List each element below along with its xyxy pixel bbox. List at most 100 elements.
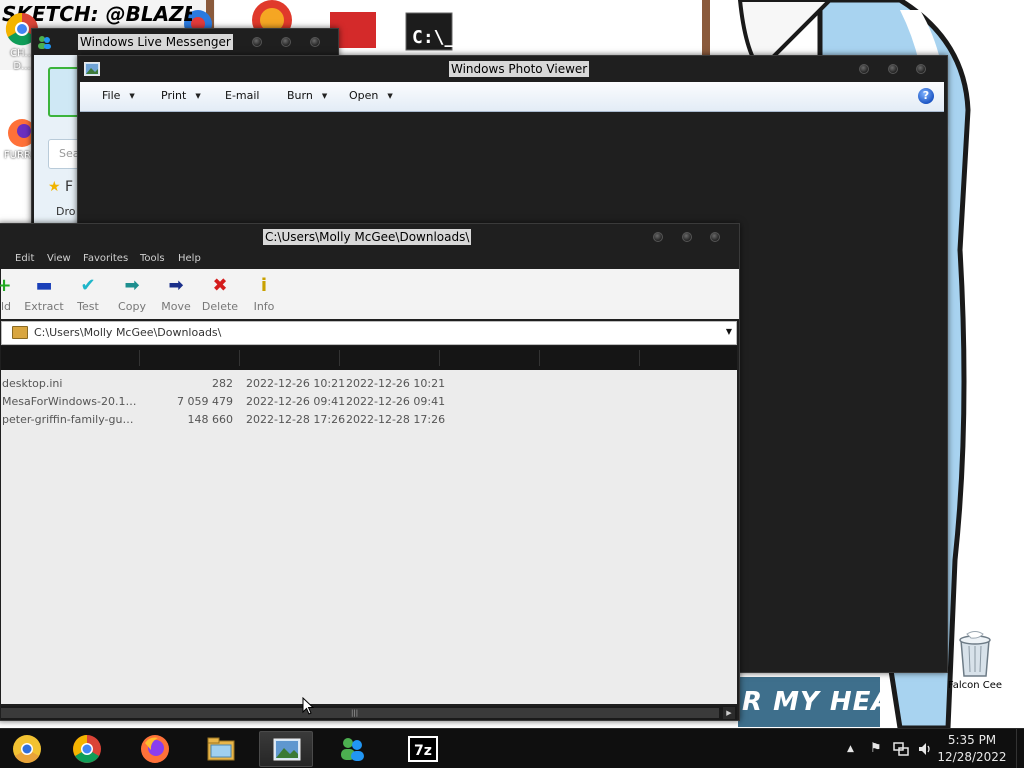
photo-viewer-titlebar[interactable]: Windows Photo Viewer xyxy=(78,56,947,82)
menu-favorites[interactable]: Favorites xyxy=(83,253,128,264)
photo-viewer-menubar: File ▼ Print ▼ E-mail Burn ▼ Open ▼ ? xyxy=(80,82,944,112)
menu-print[interactable]: Print ▼ xyxy=(161,89,201,102)
menu-help[interactable]: Help xyxy=(178,253,201,264)
file-created: 2022-12-28 17:26 xyxy=(346,413,446,426)
file-name: desktop.ini xyxy=(2,377,63,390)
file-list-header xyxy=(1,346,737,370)
show-desktop-button[interactable] xyxy=(1016,729,1024,768)
column-separator[interactable] xyxy=(339,350,340,366)
table-row[interactable]: peter-griffin-family-guy.... 148 660 202… xyxy=(1,411,737,429)
minimize-button[interactable] xyxy=(252,37,262,47)
7zip-icon-label: 7z xyxy=(414,743,432,759)
maximize-button[interactable] xyxy=(888,64,898,74)
extract-icon: ▬ xyxy=(35,275,53,296)
chevron-up-icon[interactable]: ▲ xyxy=(847,744,854,754)
taskbar-chrome-canary[interactable] xyxy=(0,731,54,767)
chrome-icon xyxy=(73,735,101,763)
file-name: MesaForWindows-20.1.... xyxy=(2,395,138,408)
file-size: 7 059 479 xyxy=(177,395,233,408)
taskbar-messenger[interactable] xyxy=(325,731,379,767)
copy-button[interactable]: ➡ Copy xyxy=(107,275,157,313)
taskbar-chrome[interactable] xyxy=(60,731,114,767)
folder-icon xyxy=(12,326,28,339)
clock[interactable]: 5:35 PM 12/28/2022 xyxy=(932,732,1012,766)
file-size: 148 660 xyxy=(187,413,234,426)
help-icon[interactable]: ? xyxy=(918,88,934,104)
messenger-icon xyxy=(341,738,364,761)
close-button[interactable] xyxy=(310,37,320,47)
taskbar-firefox[interactable] xyxy=(128,731,182,767)
scrollbar-thumb[interactable]: ||| xyxy=(1,708,719,718)
photo-viewer-icon xyxy=(84,62,100,76)
chevron-down-icon[interactable]: ▼ xyxy=(726,327,732,336)
info-button[interactable]: i Info xyxy=(239,275,289,313)
extract-button[interactable]: ▬ Extract xyxy=(19,275,69,313)
menu-burn[interactable]: Burn ▼ xyxy=(287,89,327,102)
flag-icon[interactable]: ⚑ xyxy=(870,741,882,756)
7zip-window[interactable]: C:\Users\Molly McGee\Downloads\ Edit Vie… xyxy=(0,223,740,721)
menu-email[interactable]: E-mail xyxy=(225,89,260,102)
menu-view[interactable]: View xyxy=(47,253,71,264)
7zip-titlebar[interactable]: C:\Users\Molly McGee\Downloads\ xyxy=(0,224,739,250)
menu-tools[interactable]: Tools xyxy=(140,253,165,264)
info-icon: i xyxy=(260,275,268,296)
mouse-cursor-icon xyxy=(302,697,314,715)
close-button[interactable] xyxy=(710,232,720,242)
scroll-right-icon[interactable]: ▶ xyxy=(723,707,735,719)
taskbar-7zip[interactable]: 7z xyxy=(396,731,450,767)
menu-file[interactable]: File ▼ xyxy=(102,89,135,102)
table-row[interactable]: MesaForWindows-20.1.... 7 059 479 2022-1… xyxy=(1,393,737,411)
photo-viewer-icon xyxy=(273,738,301,761)
move-button[interactable]: ➡ Move xyxy=(151,275,201,313)
7zip-title: C:\Users\Molly McGee\Downloads\ xyxy=(263,229,472,245)
copy-icon: ➡ xyxy=(124,275,140,296)
wallpaper-banner-text: R MY HEAD... xyxy=(738,677,880,727)
menu-edit[interactable]: Edit xyxy=(15,253,34,264)
network-icon[interactable] xyxy=(893,741,909,757)
column-separator[interactable] xyxy=(639,350,640,366)
chevron-down-icon: ▼ xyxy=(321,92,328,100)
menu-open[interactable]: Open ▼ xyxy=(349,89,393,102)
chevron-down-icon: ▼ xyxy=(195,92,201,100)
taskbar-photo-viewer[interactable] xyxy=(259,731,313,767)
menu-email-label: E-mail xyxy=(225,89,260,102)
messenger-title: Windows Live Messenger xyxy=(78,34,233,50)
volume-icon[interactable] xyxy=(917,741,933,757)
chrome-canary-icon xyxy=(13,735,41,763)
column-separator[interactable] xyxy=(239,350,240,366)
file-modified: 2022-12-28 17:26 xyxy=(246,413,346,426)
delete-button[interactable]: ✖ Delete xyxy=(195,275,245,313)
desktop-icon-recycle-bin[interactable]: Falcon Cee xyxy=(944,630,1006,691)
menu-print-label: Print xyxy=(161,89,187,102)
address-bar[interactable]: C:\Users\Molly McGee\Downloads\ ▼ xyxy=(1,321,737,345)
test-button[interactable]: ✔ Test xyxy=(63,275,113,313)
test-label: Test xyxy=(77,300,99,313)
file-list[interactable]: desktop.ini 282 2022-12-26 10:21 2022-12… xyxy=(1,370,737,704)
7zip-menubar: Edit View Favorites Tools Help xyxy=(1,250,739,268)
grip-icon: ||| xyxy=(351,709,359,717)
maximize-button[interactable] xyxy=(281,37,291,47)
menu-open-label: Open xyxy=(349,89,379,102)
close-button[interactable] xyxy=(916,64,926,74)
file-modified: 2022-12-26 10:21 xyxy=(246,377,346,390)
menu-file-label: File xyxy=(102,89,121,102)
minimize-button[interactable] xyxy=(653,232,663,242)
clock-time: 5:35 PM xyxy=(947,733,997,747)
7zip-toolbar: + ld ▬ Extract ✔ Test ➡ Copy ➡ Move ✖ De… xyxy=(0,269,739,319)
info-label: Info xyxy=(253,300,275,313)
column-separator[interactable] xyxy=(439,350,440,366)
messenger-titlebar[interactable]: Windows Live Messenger xyxy=(32,29,338,55)
delete-label: Delete xyxy=(201,300,239,313)
messenger-favorites[interactable]: ★ F xyxy=(48,179,73,195)
taskbar-file-explorer[interactable] xyxy=(194,731,248,767)
column-separator[interactable] xyxy=(539,350,540,366)
column-separator[interactable] xyxy=(139,350,140,366)
messenger-icon xyxy=(38,36,51,49)
file-size: 282 xyxy=(212,377,233,390)
address-path[interactable]: C:\Users\Molly McGee\Downloads\ xyxy=(34,326,221,339)
maximize-button[interactable] xyxy=(682,232,692,242)
minimize-button[interactable] xyxy=(859,64,869,74)
table-row[interactable]: desktop.ini 282 2022-12-26 10:21 2022-12… xyxy=(1,375,737,393)
horizontal-scrollbar[interactable]: ||| ▶ xyxy=(1,706,737,720)
file-name: peter-griffin-family-guy.... xyxy=(2,413,138,426)
